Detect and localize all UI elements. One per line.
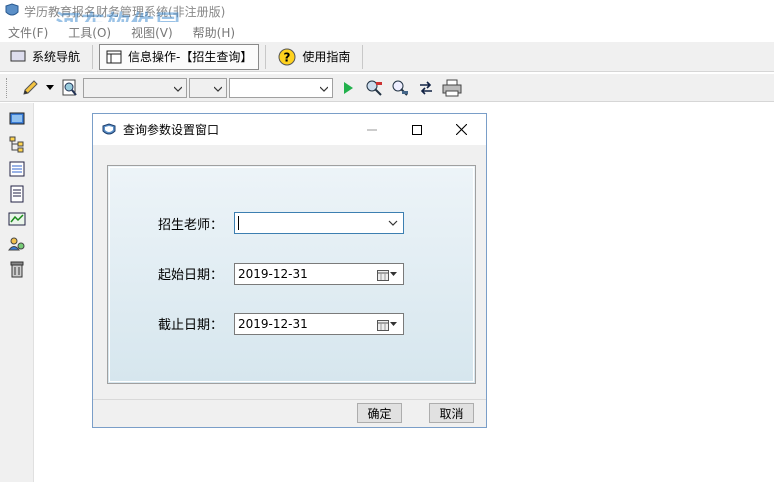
document-icon[interactable] — [8, 185, 26, 203]
printer-icon[interactable] — [442, 78, 462, 98]
app-titlebar: 学历教育报名财务管理系统(非注册版) — [0, 0, 774, 22]
nav-divider — [92, 44, 94, 69]
tree-icon[interactable] — [8, 135, 26, 153]
chevron-down-icon — [174, 86, 182, 92]
text-caret — [238, 216, 239, 230]
refresh-icon[interactable] — [416, 78, 436, 98]
chevron-down-icon — [320, 86, 328, 92]
start-date-label: 起始日期： — [158, 268, 224, 283]
find-icon[interactable] — [390, 78, 410, 98]
svg-text:?: ? — [284, 50, 291, 64]
nav-divider — [362, 44, 364, 69]
app-title: 学历教育报名财务管理系统(非注册版) — [24, 4, 226, 19]
filter-combo-3[interactable] — [229, 77, 333, 98]
close-icon — [456, 124, 467, 135]
tab-user-guide[interactable]: ? 使用指南 — [272, 43, 357, 70]
cancel-button[interactable]: 取消 — [429, 403, 474, 423]
toolbar-grip[interactable] — [6, 77, 9, 98]
pencil-dropdown-icon[interactable] — [45, 78, 55, 98]
start-date-value: 2019-12-31 — [238, 267, 308, 281]
teacher-label: 招生老师： — [158, 218, 224, 233]
dropdown-arrow-icon — [390, 272, 397, 276]
app-logo-icon — [5, 3, 19, 16]
screen-icon[interactable] — [8, 110, 26, 128]
menu-file[interactable]: 文件(F) — [8, 24, 48, 41]
ok-button[interactable]: 确定 — [357, 403, 402, 423]
menu-bar: 文件(F) 工具(O) 视图(V) 帮助(H) — [0, 22, 774, 42]
calendar-icon — [377, 269, 389, 281]
tab-info-operation-label: 信息操作-【招生查询】 — [128, 50, 253, 64]
run-icon[interactable] — [338, 78, 358, 98]
end-date-label: 截止日期： — [158, 318, 224, 333]
query-toolbar — [0, 74, 774, 102]
tab-user-guide-label: 使用指南 — [302, 50, 351, 64]
menu-tools[interactable]: 工具(O) — [68, 24, 111, 41]
params-group: 招生老师： 起始日期： 2019-12-31 截止日期： 2019-12-31 — [107, 165, 476, 384]
end-date-value: 2019-12-31 — [238, 317, 308, 331]
chevron-down-icon — [214, 86, 222, 92]
nav-bar: 系统导航 信息操作-【招生查询】 ? 使用指南 — [0, 42, 774, 72]
minimize-button[interactable] — [349, 114, 394, 145]
menu-help[interactable]: 帮助(H) — [193, 24, 235, 41]
chart-icon[interactable] — [8, 210, 26, 228]
maximize-icon — [411, 124, 422, 135]
start-date-calendar-button[interactable] — [377, 268, 399, 281]
help-icon: ? — [278, 48, 296, 65]
dialog-titlebar[interactable]: 查询参数设置窗口 — [93, 114, 486, 145]
minimize-icon — [366, 129, 377, 130]
filter-combo-1[interactable] — [83, 77, 187, 98]
end-date-picker[interactable]: 2019-12-31 — [234, 313, 404, 335]
start-date-picker[interactable]: 2019-12-31 — [234, 263, 404, 285]
maximize-button[interactable] — [394, 114, 439, 145]
left-sidebar — [0, 103, 34, 482]
dialog-body: 招生老师： 起始日期： 2019-12-31 截止日期： 2019-12-31 — [93, 145, 486, 399]
trash-icon[interactable] — [8, 260, 26, 278]
tab-info-operation[interactable]: 信息操作-【招生查询】 — [99, 43, 260, 70]
dropdown-arrow-icon — [390, 322, 397, 326]
tab-system-nav[interactable]: 系统导航 — [4, 43, 87, 70]
menu-view[interactable]: 视图(V) — [131, 24, 173, 41]
users-icon[interactable] — [8, 235, 26, 253]
user-search-icon[interactable] — [364, 78, 384, 98]
teacher-combo[interactable] — [234, 212, 404, 234]
query-params-dialog: 查询参数设置窗口 招生老师： 起始日期： 2019-12-31 截止日期： 20… — [92, 113, 487, 428]
preview-search-icon[interactable] — [60, 78, 80, 98]
list-view-icon[interactable] — [8, 160, 26, 178]
chevron-down-icon[interactable] — [388, 219, 398, 227]
dialog-logo-icon — [102, 122, 116, 134]
dialog-footer: 确定 取消 — [93, 399, 486, 427]
dialog-title: 查询参数设置窗口 — [123, 123, 220, 137]
filter-combo-2[interactable] — [189, 77, 227, 98]
pencil-icon[interactable] — [20, 78, 40, 98]
window-icon — [106, 50, 122, 63]
tab-system-nav-label: 系统导航 — [32, 50, 81, 64]
calendar-icon — [377, 319, 389, 331]
close-button[interactable] — [439, 114, 484, 145]
nav-divider — [265, 44, 267, 69]
end-date-calendar-button[interactable] — [377, 318, 399, 331]
monitor-icon — [10, 50, 26, 61]
